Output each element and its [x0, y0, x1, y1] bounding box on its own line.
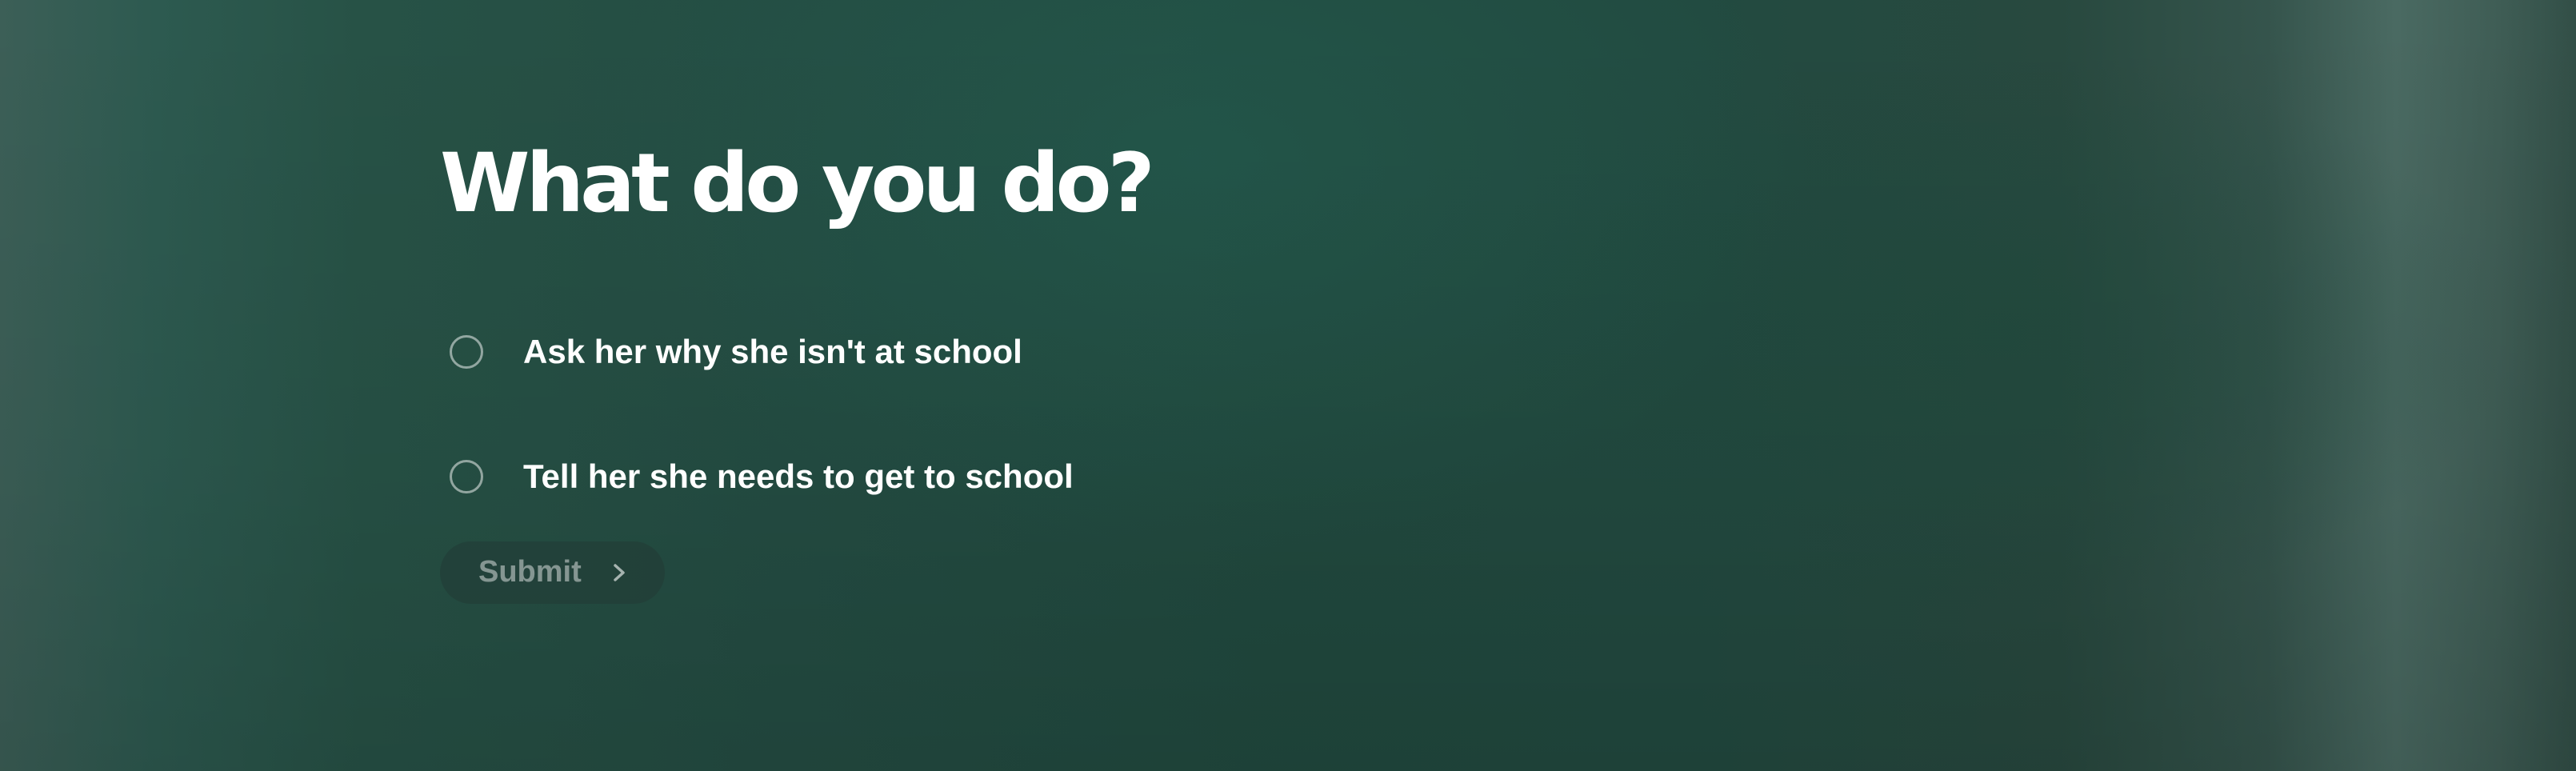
- radio-button[interactable]: [450, 335, 483, 369]
- answer-option-ask-why[interactable]: Ask her why she isn't at school: [440, 320, 1151, 384]
- answer-option-label: Tell her she needs to get to school: [523, 457, 1074, 495]
- question-title: What do you do?: [440, 136, 1155, 231]
- submit-button[interactable]: Submit: [440, 541, 665, 604]
- submit-label: Submit: [478, 555, 582, 589]
- background: [0, 0, 2576, 771]
- answer-option-label: Ask her why she isn't at school: [523, 333, 1022, 370]
- radio-button[interactable]: [450, 460, 483, 493]
- answer-options: Ask her why she isn't at school Tell her…: [440, 320, 1151, 509]
- chevron-right-icon: [614, 563, 625, 581]
- answer-option-tell-her[interactable]: Tell her she needs to get to school: [440, 445, 1151, 509]
- question-card: What do you do? Ask her why she isn't at…: [440, 128, 1155, 604]
